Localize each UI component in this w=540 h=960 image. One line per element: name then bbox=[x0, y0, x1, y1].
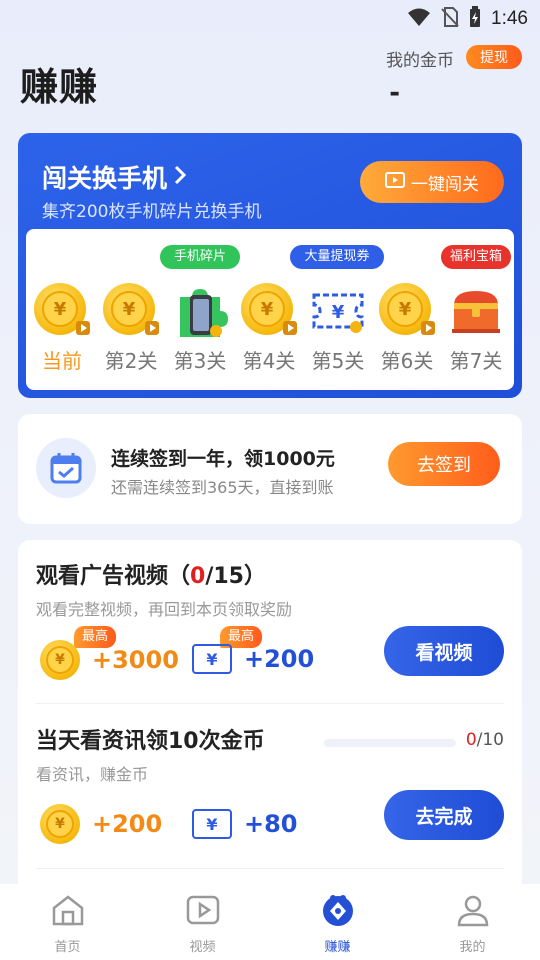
coin-reward-value: +200 bbox=[92, 810, 163, 838]
status-icons: 1:46 bbox=[407, 6, 528, 32]
nav-label: 首页 bbox=[54, 940, 81, 955]
phone-fragment-icon bbox=[172, 283, 228, 339]
challenge-subtitle: 集齐200枚手机碎片兑换手机 bbox=[42, 202, 262, 222]
level-label: 第7关 bbox=[449, 349, 503, 373]
challenge-title-link[interactable]: 闯关换手机 bbox=[42, 159, 187, 195]
withdraw-ticket-icon: ¥ bbox=[310, 283, 366, 339]
nav-item-profile[interactable]: 我的 bbox=[405, 884, 540, 960]
ticket-reward: ¥ +200 bbox=[192, 644, 314, 674]
battery-charging-icon bbox=[469, 6, 481, 32]
nav-item-earn[interactable]: 赚赚 bbox=[270, 884, 405, 960]
coin-icon: ¥ bbox=[241, 283, 297, 339]
coin-icon: ¥ bbox=[103, 283, 159, 339]
nav-item-home[interactable]: 首页 bbox=[0, 884, 135, 960]
page-title: 赚赚 bbox=[20, 65, 99, 109]
treasure-chest-icon bbox=[448, 283, 504, 339]
svg-text:¥: ¥ bbox=[332, 302, 345, 323]
task-subtitle-video: 观看完整视频，再回到本页领取奖励 bbox=[36, 600, 293, 619]
coin-balance: - bbox=[389, 78, 400, 108]
levels-track: ¥ 当前 ¥ 第2关 手机碎片 第3关 ¥ 第4关 大量提现券 ¥ 第5关 ¥ … bbox=[26, 229, 514, 390]
ticket-reward: ¥ +80 bbox=[192, 809, 298, 839]
status-bar: 1:46 bbox=[0, 0, 540, 36]
coin-icon: ¥ bbox=[34, 283, 90, 339]
signin-button[interactable]: 去签到 bbox=[388, 442, 500, 486]
earn-icon bbox=[320, 892, 356, 932]
task-subtitle-news: 看资讯，赚金币 bbox=[36, 765, 149, 784]
coin-reward: ¥ +200 bbox=[40, 804, 162, 844]
divider bbox=[36, 868, 504, 869]
wifi-icon bbox=[407, 7, 431, 31]
nav-label: 我的 bbox=[459, 940, 486, 955]
level-label: 第2关 bbox=[104, 349, 158, 373]
level-tag: 大量提现券 bbox=[290, 245, 384, 269]
nav-item-video[interactable]: 视频 bbox=[135, 884, 270, 960]
challenge-card: 闯关换手机 集齐200枚手机碎片兑换手机 一键闯关 ¥ 当前 ¥ 第2关 手机碎… bbox=[18, 133, 522, 398]
level-label: 第5关 bbox=[311, 349, 365, 373]
coin-icon: ¥ bbox=[379, 283, 435, 339]
video-icon bbox=[185, 892, 221, 932]
coin-reward: ¥ +3000 bbox=[40, 640, 179, 680]
my-coins-label: 我的金币 bbox=[386, 51, 454, 71]
coin-icon: ¥ bbox=[40, 640, 80, 680]
watch-video-button[interactable]: 看视频 bbox=[384, 626, 504, 676]
nav-label: 赚赚 bbox=[324, 940, 351, 955]
signin-card: 连续签到一年，领1000元 还需连续签到365天，直接到账 去签到 bbox=[18, 414, 522, 524]
tasks-card: 观看广告视频（0/15） 观看完整视频，再回到本页领取奖励 最高 ¥ +3000… bbox=[18, 540, 522, 900]
level-tag: 手机碎片 bbox=[160, 245, 240, 269]
one-click-challenge-label: 一键闯关 bbox=[411, 174, 479, 194]
coin-icon: ¥ bbox=[40, 804, 80, 844]
level-label: 第4关 bbox=[242, 349, 296, 373]
divider bbox=[36, 703, 504, 704]
nav-label: 视频 bbox=[189, 940, 216, 955]
news-progress-bar bbox=[324, 739, 456, 747]
video-play-icon bbox=[385, 171, 405, 193]
calendar-icon bbox=[36, 438, 96, 498]
news-progress-text: 0/10 bbox=[465, 730, 504, 750]
task-title-news: 当天看资讯领10次金币 bbox=[36, 729, 265, 754]
task-title-video: 观看广告视频（0/15） bbox=[36, 564, 266, 589]
chevron-right-icon bbox=[173, 163, 187, 192]
ticket-reward-value: +200 bbox=[244, 645, 315, 673]
profile-icon bbox=[455, 892, 491, 932]
ticket-icon: ¥ bbox=[192, 644, 232, 674]
bottom-nav: 首页 视频 赚赚 我的 bbox=[0, 884, 540, 960]
home-icon bbox=[50, 892, 86, 932]
level-label: 第6关 bbox=[380, 349, 434, 373]
signin-subtitle: 还需连续签到365天，直接到账 bbox=[111, 478, 334, 497]
signin-title: 连续签到一年，领1000元 bbox=[111, 448, 335, 470]
challenge-title: 闯关换手机 bbox=[42, 164, 168, 193]
withdraw-button[interactable]: 提现 bbox=[466, 45, 522, 69]
ticket-icon: ¥ bbox=[192, 809, 232, 839]
complete-task-button[interactable]: 去完成 bbox=[384, 790, 504, 840]
coin-reward-value: +3000 bbox=[92, 646, 179, 674]
one-click-challenge-button[interactable]: 一键闯关 bbox=[360, 161, 504, 203]
status-time: 1:46 bbox=[491, 8, 528, 29]
no-sim-icon bbox=[441, 7, 459, 31]
level-tag: 福利宝箱 bbox=[441, 245, 511, 269]
level-label: 当前 bbox=[42, 349, 82, 373]
ticket-reward-value: +80 bbox=[244, 810, 298, 838]
level-label: 第3关 bbox=[173, 349, 227, 373]
